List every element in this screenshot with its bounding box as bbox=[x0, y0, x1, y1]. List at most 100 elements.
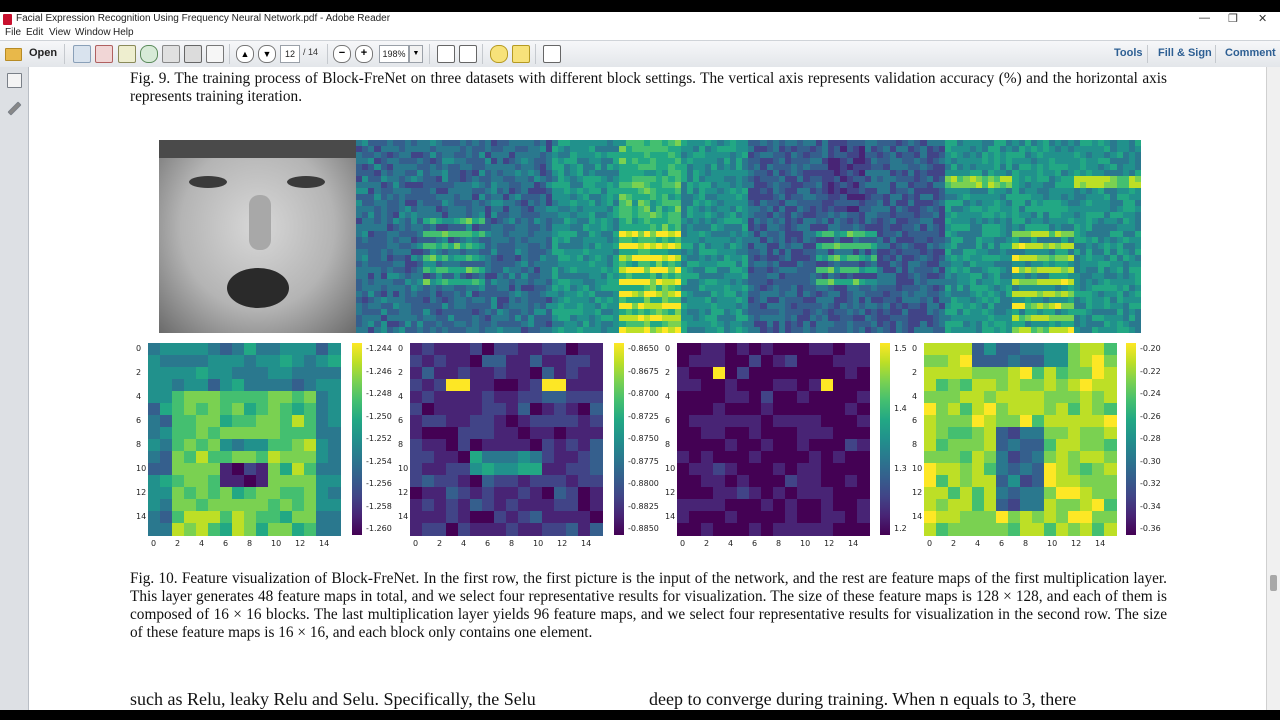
x-tick-label: 6 bbox=[223, 539, 229, 548]
zoom-out-icon[interactable]: − bbox=[333, 45, 351, 63]
colorbar-tick-label: -0.30 bbox=[1140, 456, 1161, 466]
toolbar: Open ▲ ▼ 12 / 14 − + 198% ▼ Tools Fill &… bbox=[0, 40, 1280, 68]
y-tick-label: 6 bbox=[136, 416, 142, 425]
colorbar-tick-label: -0.36 bbox=[1140, 524, 1161, 533]
feature-map-4 bbox=[945, 140, 1141, 333]
menu-view[interactable]: View bbox=[49, 27, 71, 38]
colorbar-tick-label: -0.8650 bbox=[628, 344, 659, 353]
x-tick-label: 8 bbox=[776, 539, 782, 548]
colorbar-tick-label: 1.3 bbox=[894, 464, 907, 473]
zoom-in-icon[interactable]: + bbox=[355, 45, 373, 63]
y-tick-label: 2 bbox=[912, 368, 918, 377]
email-icon[interactable] bbox=[206, 45, 224, 63]
x-tick-label: 10 bbox=[533, 539, 544, 548]
colorbar-tick-label: -0.20 bbox=[1140, 344, 1161, 353]
feature-map-2 bbox=[552, 140, 748, 333]
y-tick-label: 12 bbox=[398, 488, 409, 497]
x-tick-label: 12 bbox=[295, 539, 306, 548]
scrollbar-thumb[interactable] bbox=[1270, 575, 1277, 591]
minimize-button[interactable]: — bbox=[1199, 12, 1210, 24]
fig10-caption: Fig. 10. Feature visualization of Block-… bbox=[130, 570, 1167, 641]
x-tick-label: 14 bbox=[848, 539, 859, 548]
y-tick-label: 0 bbox=[912, 344, 918, 353]
fig9-caption: Fig. 9. The training process of Block-Fr… bbox=[130, 70, 1167, 105]
window-title: Facial Expression Recognition Using Freq… bbox=[16, 13, 391, 24]
x-tick-label: 0 bbox=[927, 539, 933, 548]
colorbar-tick-label: 1.2 bbox=[894, 524, 907, 533]
x-tick-label: 2 bbox=[175, 539, 181, 548]
x-tick-label: 0 bbox=[680, 539, 686, 548]
menu-edit[interactable]: Edit bbox=[26, 27, 43, 38]
zoom-input[interactable]: 198% bbox=[379, 45, 409, 63]
previous-page-icon[interactable]: ▲ bbox=[236, 45, 254, 63]
close-button[interactable]: ✕ bbox=[1258, 12, 1267, 25]
y-tick-label: 2 bbox=[136, 368, 142, 377]
colorbar-3 bbox=[880, 343, 890, 535]
toolbar-divider bbox=[429, 44, 430, 64]
colorbar-tick-label: 1.4 bbox=[894, 404, 907, 413]
feature-map-1 bbox=[356, 140, 552, 333]
page-thumbnails-icon[interactable] bbox=[7, 73, 22, 88]
toolbar-divider bbox=[1147, 45, 1148, 63]
folder-icon bbox=[5, 48, 22, 61]
y-tick-label: 12 bbox=[665, 488, 676, 497]
colorbar-tick-label: -1.258 bbox=[366, 501, 392, 511]
x-tick-label: 2 bbox=[951, 539, 957, 548]
vertical-scrollbar[interactable] bbox=[1266, 67, 1280, 710]
bottom-edge bbox=[0, 710, 1280, 720]
colorbar-tick-label: -0.8700 bbox=[628, 389, 659, 398]
toolbar-divider bbox=[327, 44, 328, 64]
colorbar-tick-label: -1.246 bbox=[366, 366, 392, 376]
y-tick-label: 14 bbox=[665, 512, 676, 521]
x-tick-label: 14 bbox=[581, 539, 592, 548]
colorbar-tick-label: -0.28 bbox=[1140, 434, 1161, 443]
y-tick-label: 0 bbox=[398, 344, 404, 353]
comment-bubble-icon[interactable] bbox=[490, 45, 508, 63]
toolbar-divider bbox=[482, 44, 483, 64]
fit-page-icon[interactable] bbox=[437, 45, 455, 63]
y-tick-label: 10 bbox=[912, 464, 923, 473]
y-tick-label: 14 bbox=[912, 512, 923, 521]
toolbar-divider bbox=[535, 44, 536, 64]
y-tick-label: 14 bbox=[136, 512, 147, 521]
x-tick-label: 8 bbox=[1023, 539, 1029, 548]
create-pdf-icon[interactable] bbox=[73, 45, 91, 63]
x-tick-label: 14 bbox=[1095, 539, 1106, 548]
colorbar-tick-label: -0.8825 bbox=[628, 501, 659, 511]
heatmap-3 bbox=[677, 343, 870, 536]
menu-file[interactable]: File bbox=[5, 27, 21, 38]
fit-width-icon[interactable] bbox=[459, 45, 477, 63]
y-tick-label: 6 bbox=[398, 416, 404, 425]
comment-pane-link[interactable]: Comment bbox=[1225, 47, 1276, 59]
next-page-icon[interactable]: ▼ bbox=[258, 45, 276, 63]
edit-pdf-icon[interactable] bbox=[118, 45, 136, 63]
colorbar-tick-label: -0.8725 bbox=[628, 411, 659, 421]
menu-window[interactable]: Window bbox=[75, 27, 111, 38]
toolbar-divider bbox=[229, 44, 230, 64]
menu-help[interactable]: Help bbox=[113, 27, 134, 38]
share-icon[interactable] bbox=[140, 45, 158, 63]
page-total: / 14 bbox=[303, 47, 319, 57]
colorbar-1 bbox=[352, 343, 362, 535]
colorbar-tick-label: -0.32 bbox=[1140, 479, 1161, 488]
x-tick-label: 12 bbox=[824, 539, 835, 548]
colorbar-tick-label: -1.254 bbox=[366, 456, 392, 466]
y-tick-label: 6 bbox=[665, 416, 671, 425]
restore-button[interactable]: ❐ bbox=[1228, 12, 1238, 25]
pdf-icon[interactable] bbox=[95, 45, 113, 63]
tools-pane-link[interactable]: Tools bbox=[1114, 47, 1143, 59]
y-tick-label: 8 bbox=[136, 440, 142, 449]
expand-icon[interactable] bbox=[543, 45, 561, 63]
zoom-dropdown-icon[interactable]: ▼ bbox=[409, 45, 423, 63]
fill-sign-pane-link[interactable]: Fill & Sign bbox=[1158, 47, 1212, 59]
y-tick-label: 10 bbox=[665, 464, 676, 473]
x-tick-label: 10 bbox=[1047, 539, 1058, 548]
y-tick-label: 8 bbox=[912, 440, 918, 449]
y-tick-label: 0 bbox=[136, 344, 142, 353]
colorbar-tick-label: -0.34 bbox=[1140, 501, 1161, 511]
print-icon[interactable] bbox=[184, 45, 202, 63]
signature-pen-icon[interactable] bbox=[7, 101, 22, 116]
page-number-input[interactable]: 12 bbox=[280, 45, 300, 63]
highlight-icon[interactable] bbox=[512, 45, 530, 63]
save-icon[interactable] bbox=[162, 45, 180, 63]
